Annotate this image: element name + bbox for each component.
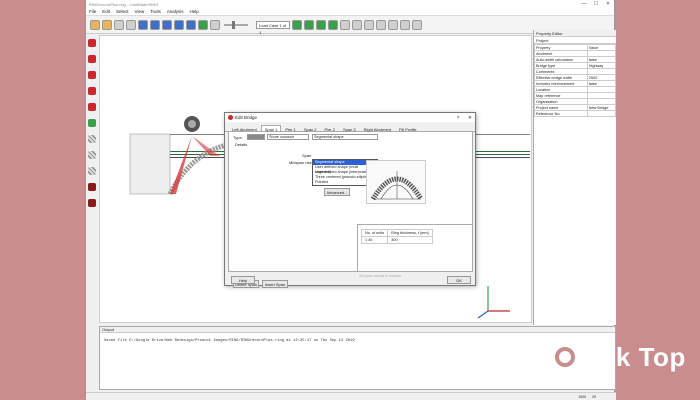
output-panel: Output Saved file D:/Google Drive/Web Re… [99,326,616,390]
property-editor-panel: Property Editor Project Property Value A… [533,30,617,325]
ring-app-icon [228,115,233,120]
stop-icon[interactable] [210,19,220,30]
zoom-all-icon[interactable] [352,19,362,30]
insert-span-button[interactable]: Insert Span [262,280,288,288]
menu-tools[interactable]: Tools [147,9,164,14]
reinforcement-icon[interactable] [88,199,96,207]
span-label: Span [302,153,312,158]
menu-view[interactable]: View [132,9,148,14]
soil-icon[interactable] [88,151,96,159]
tab-left-abutment[interactable]: Left Abutment [228,125,261,132]
zoom-region-icon[interactable] [340,19,350,30]
maximize-button[interactable]: ☐ [590,1,602,7]
span-tab-content: Type: Stone voussoir Segmental shape Det… [228,132,473,288]
type-select[interactable]: Stone voussoir [267,134,309,140]
title-bar: RINGrecordPlus.ring - LimitState:RING — … [86,0,614,8]
save-icon[interactable] [114,19,124,30]
dialog-title: Edit Bridge [235,115,258,120]
redo-icon[interactable] [150,19,160,30]
fit-view-icon[interactable] [186,19,196,30]
watermark: esk Top [548,340,686,374]
minimize-button[interactable]: — [578,1,590,7]
status-zoom: 1000 [578,394,587,399]
dialog-close-button[interactable]: ✕ [465,115,475,121]
load-case-select[interactable]: Load Case 1 of 1 [256,20,290,35]
add-abutment-icon[interactable] [88,71,96,79]
zoom-out-icon[interactable] [174,19,184,30]
menu-edit[interactable]: Edit [99,9,113,14]
left-tool-palette [86,34,98,215]
grid-icon[interactable] [412,19,422,30]
arch-diagram [366,160,426,204]
run-analysis-icon[interactable] [198,19,208,30]
arch-sketch [370,171,424,201]
tab-fill-profile[interactable]: Fill Profile [395,125,421,132]
results-icon[interactable] [304,19,314,30]
tab-span-1[interactable]: Span 1 [260,125,282,132]
property-editor-project: Project [534,37,616,44]
output-log: Saved file D:/Google Drive/Web Redesign/… [104,339,355,343]
details-label: Details [235,142,248,147]
menu-select[interactable]: Select [113,9,132,14]
menu-bar: File Edit Select View Tools Analysis Hel… [86,8,614,16]
grid-header-thickness: Ring thickness, t [mm] [387,229,433,237]
add-load-icon[interactable] [88,87,96,95]
app-title: RINGrecordPlus.ring - LimitState:RING [89,1,159,7]
tab-pier-1[interactable]: Pier 1 [281,125,299,132]
open-file-icon[interactable] [102,19,112,30]
add-span-icon[interactable] [88,39,96,47]
desktop-logo-icon [548,340,582,374]
tab-pier-2[interactable]: Pier 2 [321,125,339,132]
joints-checkbox-label[interactable]: Set joints normal to intrados [359,274,401,278]
menu-analysis[interactable]: Analysis [164,9,187,14]
menu-file[interactable]: File [86,9,99,14]
ok-button[interactable]: OK [447,276,471,284]
report-icon[interactable] [316,19,326,30]
edit-bridge-dialog: Edit Bridge ? ✕ Left Abutment Span 1 Pie… [224,112,476,288]
status-bar: 1000 29 [86,392,616,400]
menu-help[interactable]: Help [187,9,202,14]
properties-icon[interactable] [126,19,136,30]
table-row[interactable]: 1 40 300 [360,236,433,244]
add-pier-icon[interactable] [88,55,96,63]
mechanism-icon[interactable] [292,19,302,30]
status-pos: 29 [592,394,596,399]
ring-color-swatch[interactable] [247,134,265,140]
tab-span-2[interactable]: Span 2 [300,125,321,132]
select-icon[interactable] [400,19,410,30]
shape-select[interactable]: Segmental shape [312,134,378,140]
load-slider[interactable] [224,20,248,29]
zoom-prev-icon[interactable] [376,19,386,30]
dialog-tabs: Left Abutment Span 1 Pier 1 Span 2 Pier … [225,122,475,132]
animate-icon[interactable] [328,19,338,30]
type-label: Type: [233,135,243,140]
advanced-button[interactable]: Advanced... [324,188,350,196]
add-fill-icon[interactable] [88,103,96,111]
help-button[interactable]: Help [231,276,255,284]
support-icon[interactable] [88,183,96,191]
zoom-in-icon[interactable] [162,19,172,30]
undo-icon[interactable] [138,19,148,30]
tab-span-3[interactable]: Span 3 [339,125,360,132]
table-row[interactable]: Reference No. [534,110,617,117]
close-button[interactable]: ✕ [602,1,614,7]
property-editor-title: Property Editor [534,30,616,37]
watermark-text: esk Top [586,341,686,372]
backfill-icon[interactable] [88,135,96,143]
dialog-help-button[interactable]: ? [453,115,463,120]
add-surface-icon[interactable] [88,119,96,127]
grid-header-units: No. of units [360,229,389,237]
ring-grid: No. of units Ring thickness, t [mm] 1 40… [357,224,473,272]
material-icon[interactable] [88,167,96,175]
new-file-icon[interactable] [90,19,100,30]
property-table: Property Value Abutment Auto-width calcu… [534,44,617,117]
dialog-title-bar: Edit Bridge ? ✕ [225,113,475,122]
zoom-fit-icon[interactable] [364,19,374,30]
tab-right-abutment[interactable]: Right Abutment [360,125,395,132]
pan-icon[interactable] [388,19,398,30]
